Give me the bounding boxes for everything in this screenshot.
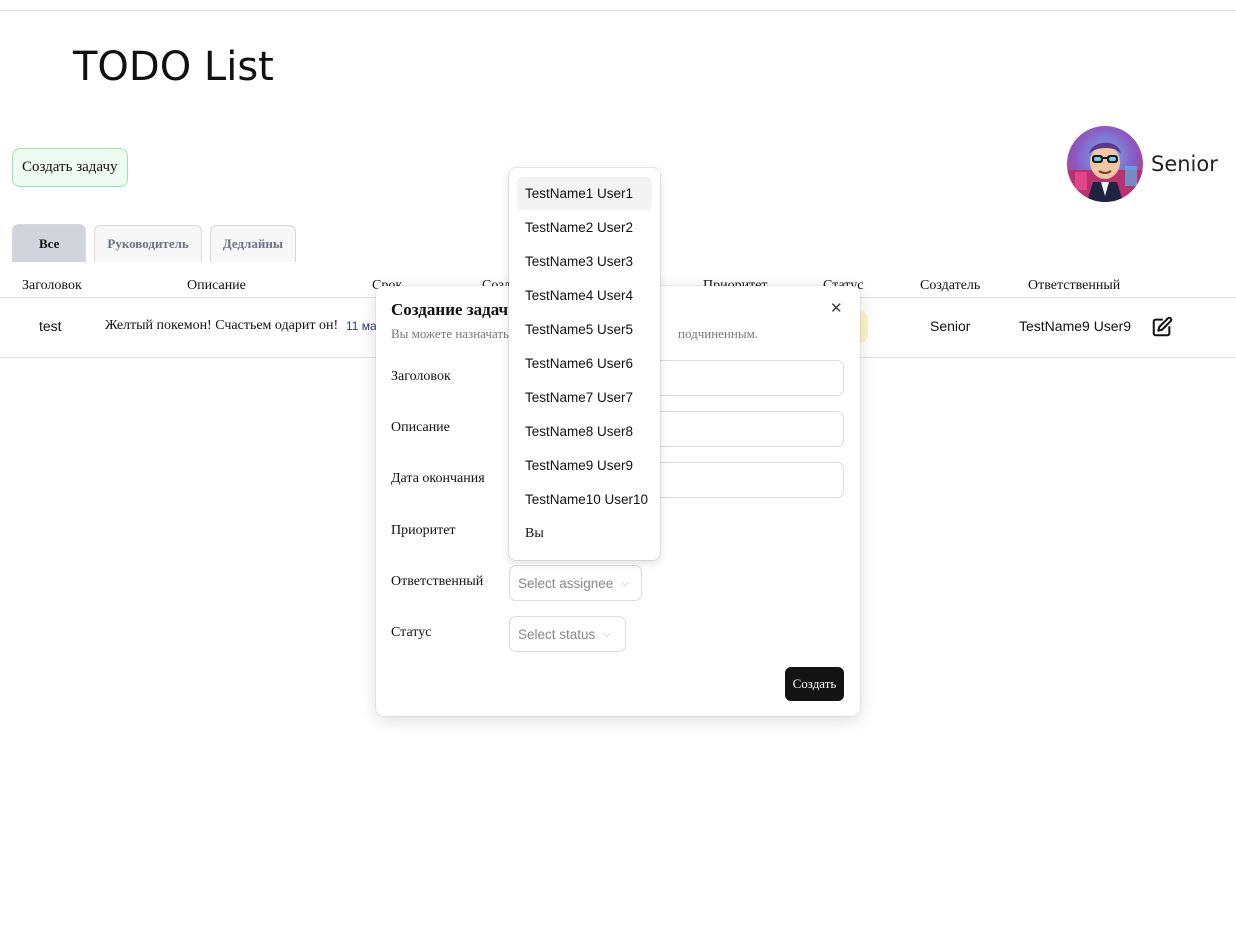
column-header-title[interactable]: Заголовок [22, 278, 82, 294]
priority-label: Приоритет [391, 523, 456, 538]
assignee-placeholder: Select assignee [518, 575, 614, 591]
assignee-select[interactable]: Select assignee ⌵ [509, 565, 642, 601]
title-label: Заголовок [391, 369, 451, 384]
assignee-option[interactable]: TestName4 User4 [517, 279, 652, 312]
page-title: TODO List [73, 44, 274, 90]
chevron-down-icon: ⌵ [621, 577, 629, 589]
avatar-cartoon-icon[interactable] [1067, 126, 1143, 202]
assignee-option-self[interactable]: Вы [517, 517, 652, 550]
chevron-down-icon: ⌵ [603, 628, 611, 640]
status-label: Статус [391, 625, 432, 640]
user-profile[interactable]: Senior [1067, 126, 1218, 202]
submit-button[interactable]: Создать [785, 667, 844, 701]
deadline-label: Дата окончания [391, 471, 485, 486]
dialog-description-left: Вы можете назначать [391, 326, 509, 341]
assignee-option[interactable]: TestName1 User1 [517, 177, 652, 210]
row-deadline: 11 ма [346, 319, 377, 333]
row-description: Желтый покемон! Счастьем одарит он! [105, 318, 339, 333]
assignee-option[interactable]: TestName8 User8 [517, 415, 652, 448]
column-header-assignee[interactable]: Ответственный [1028, 278, 1120, 294]
dialog-title: Создание задач [391, 300, 509, 319]
dialog-description-right: подчиненным. [678, 326, 759, 341]
tab-bar: Все Руководитель Дедлайны [12, 224, 296, 262]
tab-all[interactable]: Все [12, 224, 87, 262]
column-header-description[interactable]: Описание [187, 278, 246, 294]
assignee-option[interactable]: TestName7 User7 [517, 381, 652, 414]
status-select[interactable]: Select status ⌵ [509, 616, 626, 652]
row-assignee: TestName9 User9 [1019, 318, 1132, 334]
column-header-creator[interactable]: Создатель [920, 278, 980, 294]
tab-deadlines[interactable]: Дедлайны [209, 225, 296, 262]
assignee-option[interactable]: TestName10 User10 [517, 483, 652, 516]
close-icon[interactable]: ✕ [830, 299, 843, 317]
tab-manager[interactable]: Руководитель [94, 225, 202, 262]
description-label: Описание [391, 420, 450, 435]
assignee-label: Ответственный [391, 574, 484, 589]
status-placeholder: Select status [518, 626, 596, 642]
assignee-option[interactable]: TestName9 User9 [517, 449, 652, 482]
top-divider [0, 10, 1236, 11]
user-name: Senior [1151, 152, 1218, 176]
assignee-dropdown: TestName1 User1 TestName2 User2 TestName… [509, 168, 660, 560]
edit-icon[interactable] [1151, 316, 1173, 338]
assignee-option[interactable]: TestName2 User2 [517, 211, 652, 244]
assignee-option[interactable]: TestName3 User3 [517, 245, 652, 278]
row-title: test [39, 318, 62, 334]
row-creator: Senior [930, 318, 971, 334]
assignee-option[interactable]: TestName6 User6 [517, 347, 652, 380]
create-task-button[interactable]: Создать задачу [12, 148, 128, 187]
assignee-option[interactable]: TestName5 User5 [517, 313, 652, 346]
